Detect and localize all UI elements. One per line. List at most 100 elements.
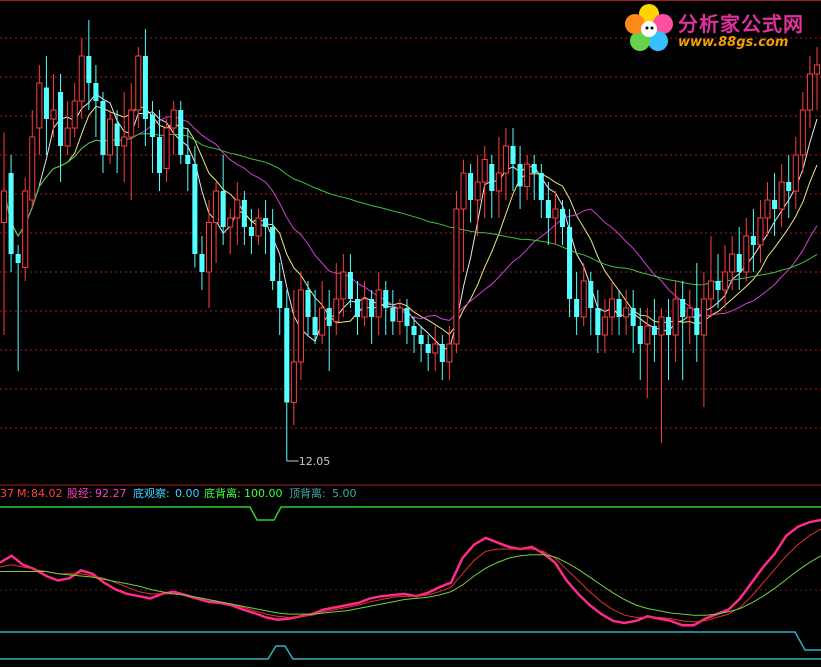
candle-body [715,281,721,290]
candle-body [213,190,220,223]
candle-body [333,298,340,322]
candle-body [248,227,254,236]
candle-body [64,127,71,147]
candle-body [390,308,396,322]
candle-body [383,290,389,308]
candle-body [651,326,657,335]
candle-body [411,326,417,335]
candle-body [369,299,375,317]
candle-body [305,290,311,317]
candle-body [439,344,445,362]
candle-body [178,110,184,155]
indicator-label-dingbeili: 顶背离: [289,487,326,500]
flower-icon [625,4,673,51]
candle-body [595,308,601,335]
candle-body [418,335,424,344]
candle-body [319,307,326,336]
stock-chart [0,0,821,660]
candle-body [574,299,580,317]
candle-body [354,299,361,317]
candle-body [156,137,163,173]
candle-body [468,173,474,200]
candle-body [71,100,78,129]
indicator-label-dibeili: 底背离: [204,487,241,500]
candle-body [686,307,693,318]
candle-body [623,307,630,318]
candle-body [255,217,262,237]
candle-body [29,136,36,201]
logo-url: www.88gs.com [678,35,789,50]
candle-body [142,56,148,119]
candle-body [15,254,21,263]
candle-body [658,316,665,336]
candle-body [227,217,234,228]
indicator-label-m_label: M: [17,487,31,500]
candle-body [170,109,177,129]
candle-body [78,55,85,102]
indicator-label-gujing_value: 92.27 [95,487,127,500]
candle-body [700,298,707,336]
candle-body [772,200,778,209]
candle-body [121,136,128,147]
candle-body [743,235,750,273]
candle-body [199,254,205,272]
candle-body [608,298,616,318]
candle-body [559,209,566,227]
candle-body [263,218,269,227]
indicator-label-first: 37 [0,487,14,500]
gujing-line [0,518,821,627]
candle-body [750,236,756,245]
candle-body [757,217,764,246]
candle-body [495,172,502,192]
candle-body [644,325,651,345]
candle-body [192,164,198,254]
candle-body [205,222,213,273]
indicator-label-diguancha_value: 0.00 [175,487,200,500]
candle-body [220,191,226,227]
indicator-label-dingbeili_value: 5.00 [332,487,357,500]
candle-body [517,164,523,187]
candle-body [347,272,353,299]
candle-body [813,64,821,75]
candle-body [666,317,672,335]
candle-body [786,182,792,191]
candle-body [128,109,135,138]
candle-body [297,289,304,363]
candle-body [630,308,636,326]
signal-line [0,554,821,616]
candle-body [425,344,431,353]
candle-body [502,145,509,174]
site-logo: 分析家公式网 www.88gs.com [622,2,818,54]
candle-body [432,343,439,354]
candle-body [680,299,686,317]
candle-body [43,87,49,119]
candle-body [552,208,559,219]
candle-body [531,164,537,173]
candle-body [100,101,106,155]
candle-body [722,271,729,291]
candle-body [580,280,587,318]
candle-body [290,361,297,403]
candle-body [601,316,608,336]
candle-body [545,200,551,218]
candle-body [361,298,368,318]
candle-body [22,190,29,268]
ma60-line [3,133,818,286]
bottom-divergence-step [0,506,821,521]
candle-body [277,281,283,308]
candle-body [764,199,771,219]
indicator-lines [0,518,821,627]
candle-body [58,92,64,146]
candle-body [489,164,495,191]
candle-body [404,308,410,326]
candle-body [446,343,453,363]
candle-body [799,109,806,156]
m-line [0,528,821,623]
candle-body [453,208,460,345]
candle-body [135,55,142,111]
candle-body [0,190,8,223]
candle-body [806,73,813,111]
min-price-label: 12.05 [298,455,331,468]
candle-body [538,173,544,200]
candle-body [284,308,290,403]
